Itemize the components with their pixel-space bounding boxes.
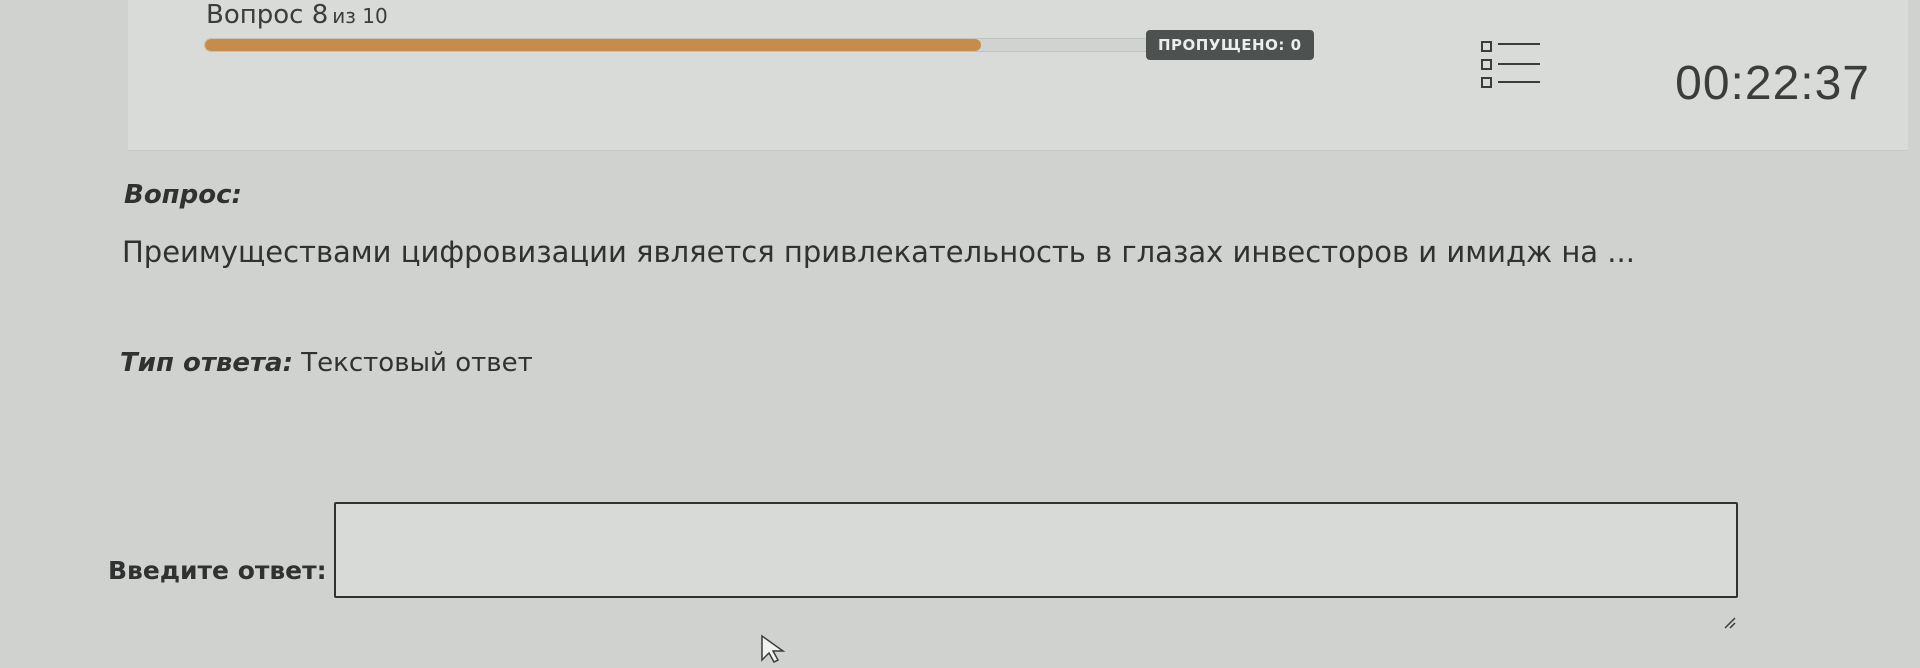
question-counter: Вопрос 8 bbox=[206, 0, 329, 30]
answer-type-value: Текстовый ответ bbox=[301, 348, 533, 378]
skipped-counter-badge: ПРОПУЩЕНО: 0 bbox=[1146, 30, 1314, 60]
progress-title: Вопрос 8 из 10 bbox=[206, 0, 388, 30]
answer-input[interactable] bbox=[334, 502, 1738, 598]
question-heading: Вопрос: bbox=[124, 180, 242, 210]
answer-input-label: Введите ответ: bbox=[108, 556, 327, 585]
question-text: Преимуществами цифровизации является при… bbox=[122, 235, 1635, 269]
question-list-icon[interactable] bbox=[1480, 40, 1544, 96]
mouse-pointer-icon bbox=[760, 634, 790, 664]
countdown-timer: 00:22:37 bbox=[1675, 57, 1870, 110]
resize-handle-icon[interactable] bbox=[1722, 614, 1736, 629]
quiz-header: Вопрос 8 из 10 ПРОПУЩЕНО: 0 00:22:37 bbox=[128, 0, 1908, 151]
question-total: из 10 bbox=[332, 4, 388, 28]
progress-bar-fill bbox=[205, 39, 981, 51]
answer-type-label: Тип ответа: bbox=[120, 348, 293, 378]
answer-type: Тип ответа: Текстовый ответ bbox=[120, 348, 533, 378]
